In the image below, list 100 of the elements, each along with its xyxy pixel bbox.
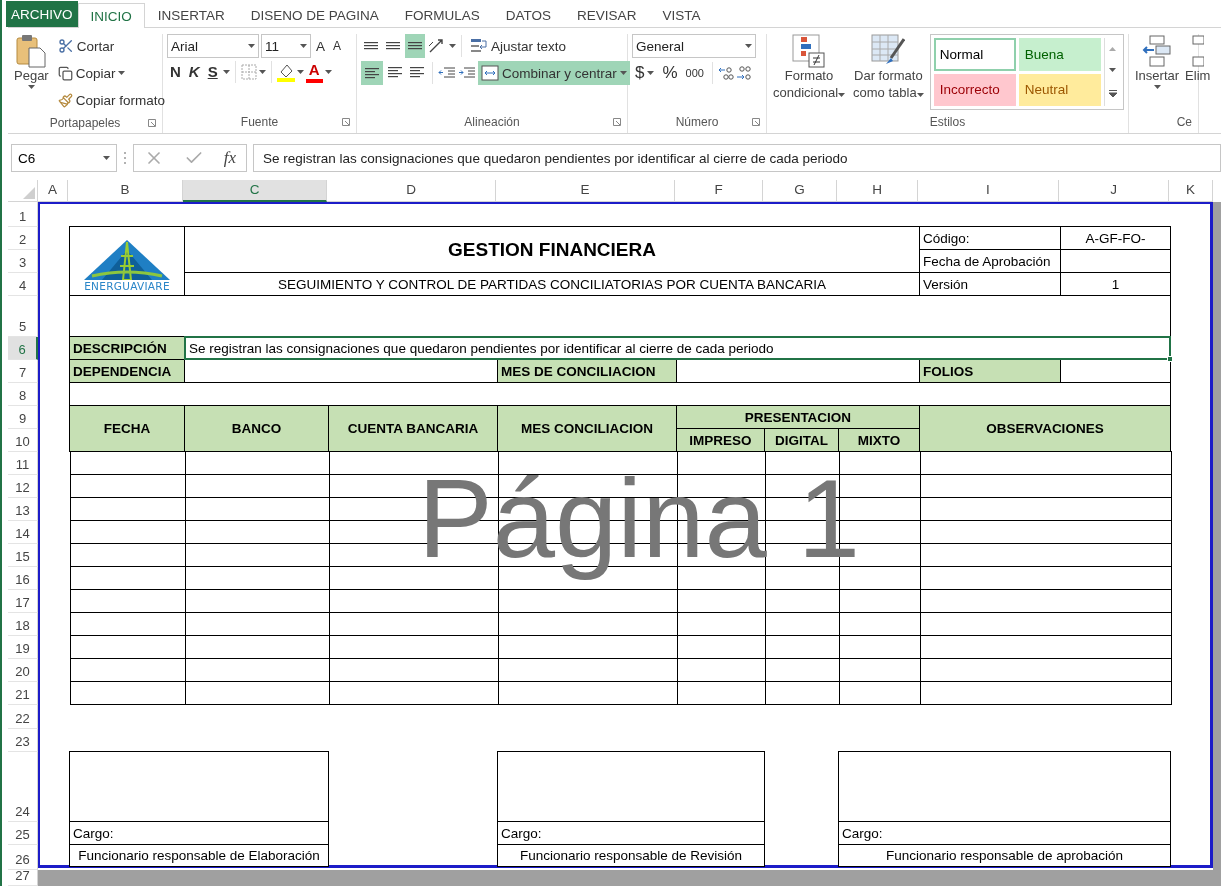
dialog-launcher-icon[interactable] bbox=[148, 119, 156, 127]
row-header[interactable]: 20 bbox=[8, 659, 38, 682]
fill-handle[interactable] bbox=[1167, 356, 1173, 362]
header-cell: OBSERVACIONES bbox=[919, 405, 1171, 452]
thousands-button[interactable]: 000 bbox=[682, 61, 707, 85]
row-header[interactable]: 27 bbox=[8, 870, 38, 886]
grow-font-button[interactable]: A bbox=[313, 34, 328, 58]
scroll-up-icon[interactable] bbox=[1109, 46, 1116, 51]
cell-style-button[interactable]: Buena bbox=[1018, 38, 1101, 71]
format-as-table-button[interactable]: Dar formato como tabla bbox=[851, 34, 926, 102]
font-size-select[interactable]: 11 bbox=[261, 34, 311, 58]
column-header[interactable]: E bbox=[496, 180, 675, 202]
copy-button[interactable]: Copiar bbox=[54, 61, 168, 85]
table-cell: Cargo: bbox=[497, 821, 765, 845]
gallery-scrollbar[interactable] bbox=[1104, 38, 1120, 106]
header-cell: DEPENDENCIA bbox=[69, 359, 185, 383]
row-header[interactable]: 15 bbox=[8, 544, 38, 567]
caret-icon bbox=[103, 156, 110, 160]
increase-indent-icon[interactable] bbox=[458, 66, 476, 80]
row-header[interactable]: 14 bbox=[8, 521, 38, 544]
cell-style-button[interactable]: Normal bbox=[933, 38, 1016, 71]
column-header[interactable]: F bbox=[675, 180, 763, 202]
row-header[interactable]: 19 bbox=[8, 636, 38, 659]
cut-button[interactable]: Cortar bbox=[54, 34, 168, 58]
row-header[interactable]: 8 bbox=[8, 383, 38, 406]
row-header[interactable]: 9 bbox=[8, 406, 38, 429]
column-header[interactable]: J bbox=[1059, 180, 1169, 202]
caret-icon bbox=[258, 70, 266, 74]
align-left-button[interactable] bbox=[361, 61, 383, 85]
row-header[interactable]: 10 bbox=[8, 429, 38, 452]
row-header[interactable]: 17 bbox=[8, 590, 38, 613]
format-painter-button[interactable]: Copiar formato bbox=[54, 88, 168, 112]
row-header[interactable]: 1 bbox=[8, 202, 38, 227]
bottom-align-button[interactable] bbox=[405, 34, 425, 58]
row-header[interactable]: 21 bbox=[8, 682, 38, 705]
column-header[interactable]: A bbox=[38, 180, 68, 202]
column-header[interactable]: G bbox=[763, 180, 837, 202]
row-header[interactable]: 7 bbox=[8, 360, 38, 383]
row-header[interactable]: 2 bbox=[8, 227, 38, 250]
column-header[interactable]: H bbox=[837, 180, 918, 202]
row-header[interactable]: 18 bbox=[8, 613, 38, 636]
conditional-format-icon bbox=[792, 34, 826, 68]
row-header[interactable]: 22 bbox=[8, 705, 38, 729]
top-align-icon bbox=[364, 41, 378, 51]
shrink-font-button[interactable]: A bbox=[330, 34, 345, 58]
row-header[interactable]: 11 bbox=[8, 452, 38, 475]
merge-center-button[interactable]: Combinar y centrar bbox=[478, 61, 630, 85]
cell-style-button[interactable]: Incorrecto bbox=[933, 73, 1016, 106]
row-header[interactable]: 25 bbox=[8, 822, 38, 845]
italic-button[interactable]: K bbox=[185, 63, 203, 81]
cell-style-button[interactable]: Neutral bbox=[1018, 73, 1101, 106]
number-format-select[interactable]: General bbox=[632, 34, 756, 58]
font-color-button[interactable]: A bbox=[305, 61, 323, 83]
formula-field[interactable]: Se registran las consignaciones que quedaron pendientes por identificar al cierre de cada periodo bbox=[253, 144, 1221, 172]
column-header[interactable]: I bbox=[918, 180, 1059, 202]
dialog-launcher-icon[interactable] bbox=[342, 118, 350, 126]
name-box[interactable]: C6 bbox=[11, 144, 117, 172]
row-header[interactable]: 23 bbox=[8, 729, 38, 752]
row-header[interactable]: 4 bbox=[8, 273, 38, 296]
dialog-launcher-icon[interactable] bbox=[752, 118, 760, 126]
column-header[interactable]: D bbox=[327, 180, 496, 202]
wrap-text-button[interactable]: Ajustar texto bbox=[467, 34, 570, 58]
row-header[interactable]: 13 bbox=[8, 498, 38, 521]
table-cell: Funcionario responsable de aprobación bbox=[838, 844, 1171, 867]
table-cell[interactable]: Se registran las consignaciones que quedaron pendientes por identificar al cierre de cada periodo bbox=[184, 336, 1171, 360]
caret-icon bbox=[300, 44, 307, 48]
row-header[interactable]: 26 bbox=[8, 845, 38, 870]
row-header[interactable]: 12 bbox=[8, 475, 38, 498]
insert-cells-button[interactable]: Insertar bbox=[1133, 34, 1182, 89]
more-icon[interactable] bbox=[1108, 90, 1117, 98]
row-header[interactable]: 3 bbox=[8, 250, 38, 273]
caret-icon bbox=[745, 44, 752, 48]
bold-button[interactable]: N bbox=[167, 63, 184, 81]
logo-text: ENERGUAVIARE bbox=[84, 280, 170, 292]
caret-icon bbox=[296, 70, 304, 74]
underline-button[interactable]: S bbox=[204, 63, 221, 81]
decrease-decimal-icon[interactable] bbox=[735, 65, 752, 81]
fill-color-icon[interactable] bbox=[276, 62, 295, 82]
ribbon-tab[interactable]: INICIO bbox=[77, 3, 145, 28]
row-header[interactable]: 24 bbox=[8, 752, 38, 822]
delete-cells-button[interactable]: Elim bbox=[1185, 34, 1213, 85]
conditional-format-button[interactable]: Formato condicional bbox=[771, 34, 848, 102]
increase-decimal-icon[interactable] bbox=[717, 65, 734, 81]
column-header[interactable]: B bbox=[68, 180, 183, 202]
row-header[interactable]: 5 bbox=[8, 296, 38, 337]
column-header[interactable]: K bbox=[1169, 180, 1213, 202]
middle-align-icon bbox=[386, 41, 400, 51]
column-header[interactable]: C bbox=[183, 180, 327, 202]
row-header[interactable]: 6 bbox=[8, 337, 38, 360]
decrease-indent-icon[interactable] bbox=[438, 66, 456, 80]
scissors-icon bbox=[57, 38, 74, 54]
insert-function-button[interactable]: fx bbox=[223, 148, 237, 168]
ribbon-tab[interactable]: ARCHIVO bbox=[6, 1, 78, 27]
row-header[interactable]: 16 bbox=[8, 567, 38, 590]
delete-cells-icon bbox=[1191, 34, 1204, 68]
percent-button[interactable]: % bbox=[659, 61, 681, 85]
paste-button[interactable]: Pegar bbox=[12, 34, 51, 89]
font-name-select[interactable]: Arial bbox=[167, 34, 259, 58]
dialog-launcher-icon[interactable] bbox=[613, 118, 621, 126]
currency-button[interactable]: $ bbox=[632, 61, 658, 85]
